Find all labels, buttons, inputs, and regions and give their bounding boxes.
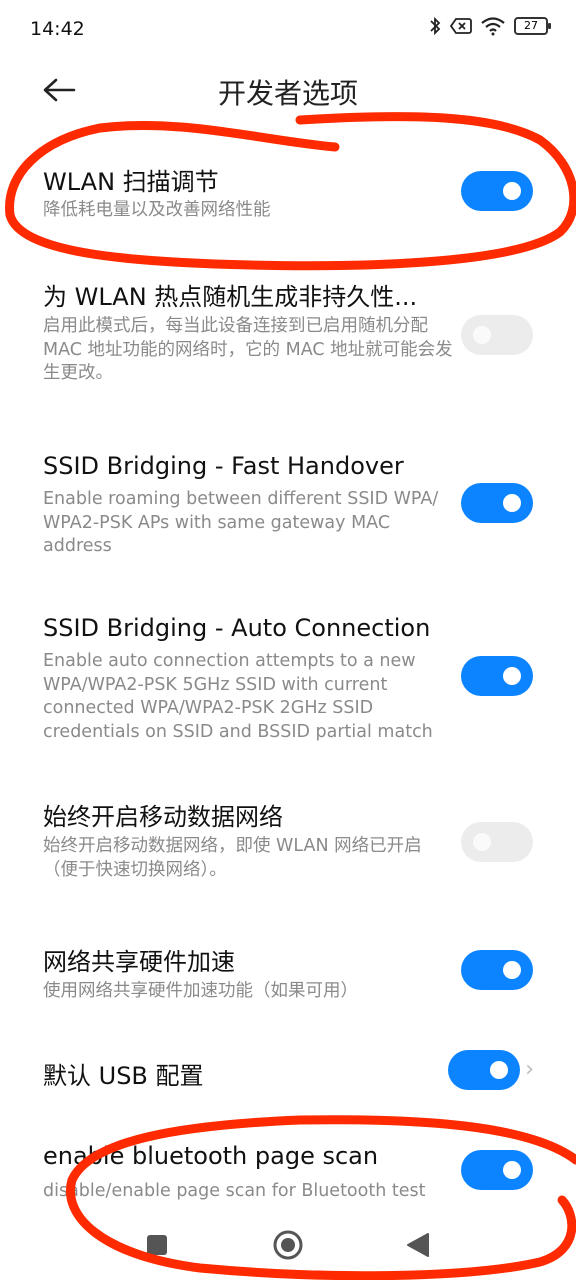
triangle-back-icon <box>407 1233 429 1257</box>
setting-description: 降低耗电量以及改善网络性能 <box>43 200 271 220</box>
navigation-bar <box>0 1210 576 1280</box>
battery-indicator: 27 <box>514 17 551 35</box>
setting-wlan-scan-throttle[interactable]: WLAN 扫描调节 降低耗电量以及改善网络性能 <box>0 150 576 240</box>
setting-description: 使用网络共享硬件加速功能（如果可用） <box>43 981 358 1001</box>
tethering-hw-acceleration-toggle[interactable] <box>461 950 533 990</box>
status-bar: 14:42 27 <box>0 0 576 60</box>
setting-title: 始终开启移动数据网络 <box>43 803 283 831</box>
home-circle-icon <box>273 1230 303 1260</box>
hotspot-random-mac-toggle[interactable] <box>461 315 533 355</box>
home-button[interactable] <box>272 1229 304 1265</box>
status-icons: 27 <box>428 16 551 36</box>
square-icon <box>147 1235 167 1255</box>
toggle-knob <box>503 667 521 685</box>
toggle-knob <box>473 833 491 851</box>
setting-title: WLAN 扫描调节 <box>43 168 219 196</box>
setting-bluetooth-page-scan[interactable]: enable bluetooth page scan disable/enabl… <box>0 1130 576 1210</box>
setting-description: 启用此模式后，每当此设备连接到已启用随机分配 MAC 地址功能的网络时，它的 M… <box>43 316 453 383</box>
back-nav-button[interactable] <box>406 1232 430 1262</box>
setting-default-usb-config[interactable]: 默认 USB 配置 › <box>0 1045 576 1105</box>
wlan-scan-throttle-toggle[interactable] <box>461 171 533 211</box>
app-header: 开发者选项 <box>0 60 576 120</box>
setting-title: 默认 USB 配置 <box>43 1062 204 1090</box>
mobile-data-always-on-toggle[interactable] <box>461 822 533 862</box>
wifi-icon <box>481 17 505 36</box>
toggle-knob <box>503 961 521 979</box>
page-title: 开发者选项 <box>217 77 358 110</box>
setting-title: 网络共享硬件加速 <box>43 948 235 976</box>
bluetooth-icon <box>430 16 441 36</box>
toggle-knob <box>503 1161 521 1179</box>
toggle-knob <box>490 1061 508 1079</box>
setting-title: SSID Bridging - Auto Connection <box>43 614 431 642</box>
setting-description: Enable auto connection attempts to a new… <box>43 651 433 742</box>
setting-description: disable/enable page scan for Bluetooth t… <box>43 1181 426 1201</box>
no-sim-icon <box>450 18 472 34</box>
toggle-knob <box>503 182 521 200</box>
setting-description: 始终开启移动数据网络，即使 WLAN 网络已开启（便于快速切换网络）。 <box>43 836 422 880</box>
default-usb-config-toggle[interactable] <box>448 1050 520 1090</box>
setting-tethering-hw-acceleration[interactable]: 网络共享硬件加速 使用网络共享硬件加速功能（如果可用） <box>0 930 576 1020</box>
chevron-right-icon: › <box>525 1057 534 1082</box>
setting-title: enable bluetooth page scan <box>43 1142 379 1170</box>
setting-title: SSID Bridging - Fast Handover <box>43 452 404 480</box>
status-time: 14:42 <box>30 18 85 40</box>
setting-ssid-auto-connection[interactable]: SSID Bridging - Auto Connection Enable a… <box>0 602 576 762</box>
setting-mobile-data-always-on[interactable]: 始终开启移动数据网络 始终开启移动数据网络，即使 WLAN 网络已开启（便于快速… <box>0 785 576 905</box>
ssid-fast-handover-toggle[interactable] <box>461 483 533 523</box>
setting-ssid-fast-handover[interactable]: SSID Bridging - Fast Handover Enable roa… <box>0 440 576 580</box>
toggle-knob <box>473 326 491 344</box>
setting-title: 为 WLAN 热点随机生成非持久性... <box>43 283 418 311</box>
setting-description: Enable roaming between different SSID WP… <box>43 489 439 556</box>
setting-hotspot-random-mac[interactable]: 为 WLAN 热点随机生成非持久性... 启用此模式后，每当此设备连接到已启用随… <box>0 265 576 415</box>
recents-button[interactable] <box>146 1234 168 1260</box>
bluetooth-page-scan-toggle[interactable] <box>461 1150 533 1190</box>
ssid-auto-connection-toggle[interactable] <box>461 656 533 696</box>
toggle-knob <box>503 494 521 512</box>
